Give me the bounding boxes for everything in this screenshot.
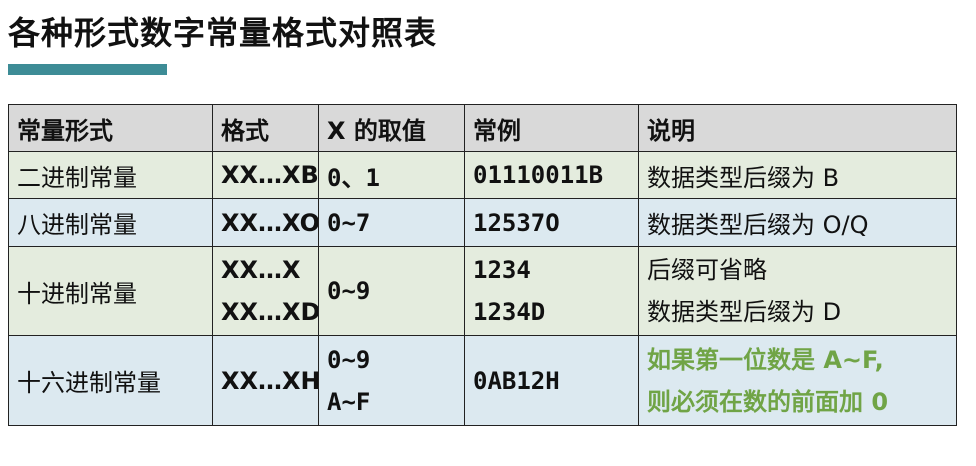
header-form: 常量形式 xyxy=(8,104,213,152)
table-row: 十六进制常量 XX…XH 0~9 A~F 0AB12H 如果第一位数是 A~F,… xyxy=(8,335,957,426)
values-line: 0~9 xyxy=(327,345,371,374)
title-underline-bar xyxy=(8,64,167,75)
header-format: 格式 xyxy=(212,104,319,152)
cell-format: XX…XO xyxy=(212,198,319,247)
table-row: 二进制常量 XX…XB 0、1 01110011B 数据类型后缀为 B xyxy=(8,150,957,200)
note-line: 则必须在数的前面加 0 xyxy=(647,387,889,416)
format-line: XX…X xyxy=(221,256,301,284)
cell-format: XX…XH xyxy=(212,335,319,426)
cell-example: 01110011B xyxy=(464,150,639,200)
values-line: A~F xyxy=(327,387,371,416)
note-line: 数据类型后缀为 D xyxy=(647,298,842,326)
cell-values: 0~9 xyxy=(318,245,465,337)
cell-example: 1234 1234D xyxy=(464,245,639,337)
cell-example: 0AB12H xyxy=(464,335,639,426)
cell-form: 二进制常量 xyxy=(8,150,213,200)
note-line: 后缀可省略 xyxy=(647,256,767,284)
note-line: 如果第一位数是 A~F, xyxy=(647,345,884,374)
cell-form: 十六进制常量 xyxy=(8,335,213,426)
page-title: 各种形式数字常量格式对照表 xyxy=(8,14,438,52)
cell-note: 如果第一位数是 A~F, 则必须在数的前面加 0 xyxy=(638,335,957,426)
example-line: 1234 xyxy=(473,256,531,284)
example-line: 1234D xyxy=(473,298,546,326)
cell-values: 0、1 xyxy=(318,150,465,200)
cell-note: 数据类型后缀为 B xyxy=(638,150,957,200)
header-x-values: X 的取值 xyxy=(318,104,465,152)
cell-example: 12537O xyxy=(464,198,639,247)
cell-values: 0~9 A~F xyxy=(318,335,465,426)
table-row: 十进制常量 XX…X XX…XD 0~9 1234 1234D 后缀可省略 数据… xyxy=(8,245,957,337)
cell-form: 八进制常量 xyxy=(8,198,213,247)
table-row: 八进制常量 XX…XO 0~7 12537O 数据类型后缀为 O/Q xyxy=(8,198,957,247)
cell-note: 数据类型后缀为 O/Q xyxy=(638,198,957,247)
cell-format: XX…XB xyxy=(212,150,319,200)
constant-format-table: 常量形式 格式 X 的取值 常例 说明 二进制常量 XX…XB 0、1 0111… xyxy=(8,104,957,426)
header-example: 常例 xyxy=(464,104,639,152)
format-line: XX…XD xyxy=(221,298,319,326)
table-header-row: 常量形式 格式 X 的取值 常例 说明 xyxy=(8,104,957,152)
cell-values: 0~7 xyxy=(318,198,465,247)
cell-format: XX…X XX…XD xyxy=(212,245,319,337)
cell-note: 后缀可省略 数据类型后缀为 D xyxy=(638,245,957,337)
cell-form: 十进制常量 xyxy=(8,245,213,337)
header-note: 说明 xyxy=(638,104,957,152)
